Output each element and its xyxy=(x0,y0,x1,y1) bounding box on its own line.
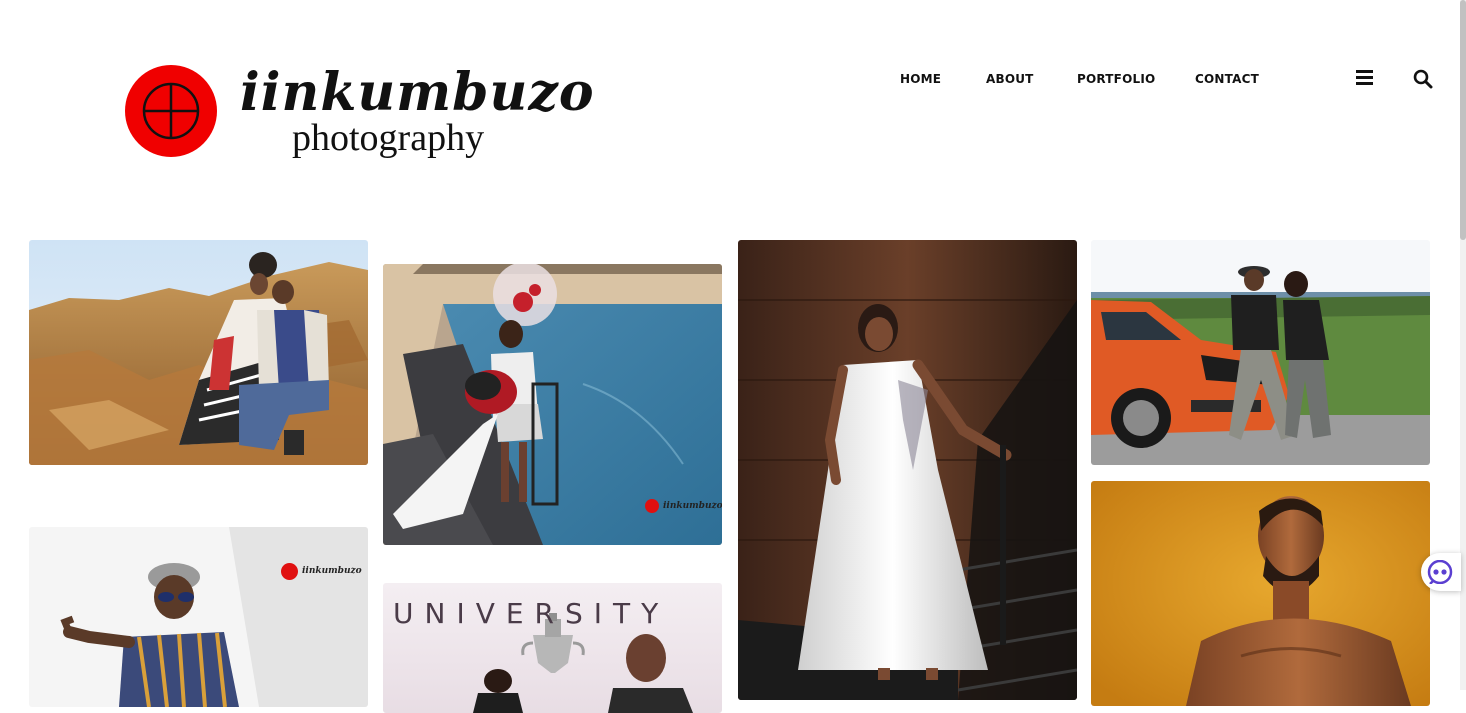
search-icon[interactable] xyxy=(1413,69,1433,89)
photo-couple-with-orange-car xyxy=(1091,240,1430,465)
nav-item-home[interactable]: HOME xyxy=(900,72,941,86)
site-logo[interactable]: iinkumbuzo photography xyxy=(124,62,594,164)
photo-watermark: iinkumbuzo xyxy=(645,499,722,513)
nav-item-portfolio[interactable]: PORTFOLIO xyxy=(1077,72,1155,86)
gallery-photo-couple-with-orange-car[interactable] xyxy=(1091,240,1430,465)
nav-item-about[interactable]: ABOUT xyxy=(986,72,1034,86)
logo-sub-text: photography xyxy=(292,117,485,159)
gallery-photo-woman-by-pool[interactable]: iinkumbuzo xyxy=(383,264,722,545)
photo-couple-on-rocks xyxy=(29,240,368,465)
nav-item-contact[interactable]: CONTACT xyxy=(1195,72,1259,86)
photo-watermark: iinkumbuzo xyxy=(281,563,362,580)
chat-widget-button[interactable] xyxy=(1421,553,1461,591)
photo-man-in-cap xyxy=(29,527,368,707)
scrollbar-thumb[interactable] xyxy=(1460,0,1466,240)
photo-woman-in-white-gown xyxy=(738,240,1077,700)
photo-university-text: UNIVERSITY xyxy=(393,597,670,630)
gallery-photo-woman-in-white-gown[interactable] xyxy=(738,240,1077,700)
hamburger-menu-icon[interactable] xyxy=(1355,69,1375,86)
logo-crosshair-icon xyxy=(125,65,217,157)
gallery-photo-man-on-orange-backdrop[interactable] xyxy=(1091,481,1430,706)
chat-bot-icon xyxy=(1427,560,1453,584)
photo-man-on-orange-backdrop xyxy=(1091,481,1430,706)
gallery-photo-man-in-cap[interactable]: iinkumbuzo xyxy=(29,527,368,707)
gallery-photo-couple-on-rocks[interactable] xyxy=(29,240,368,465)
logo-script-text: iinkumbuzo xyxy=(240,62,595,123)
gallery-photo-university-graduates[interactable]: UNIVERSITY xyxy=(383,583,722,713)
